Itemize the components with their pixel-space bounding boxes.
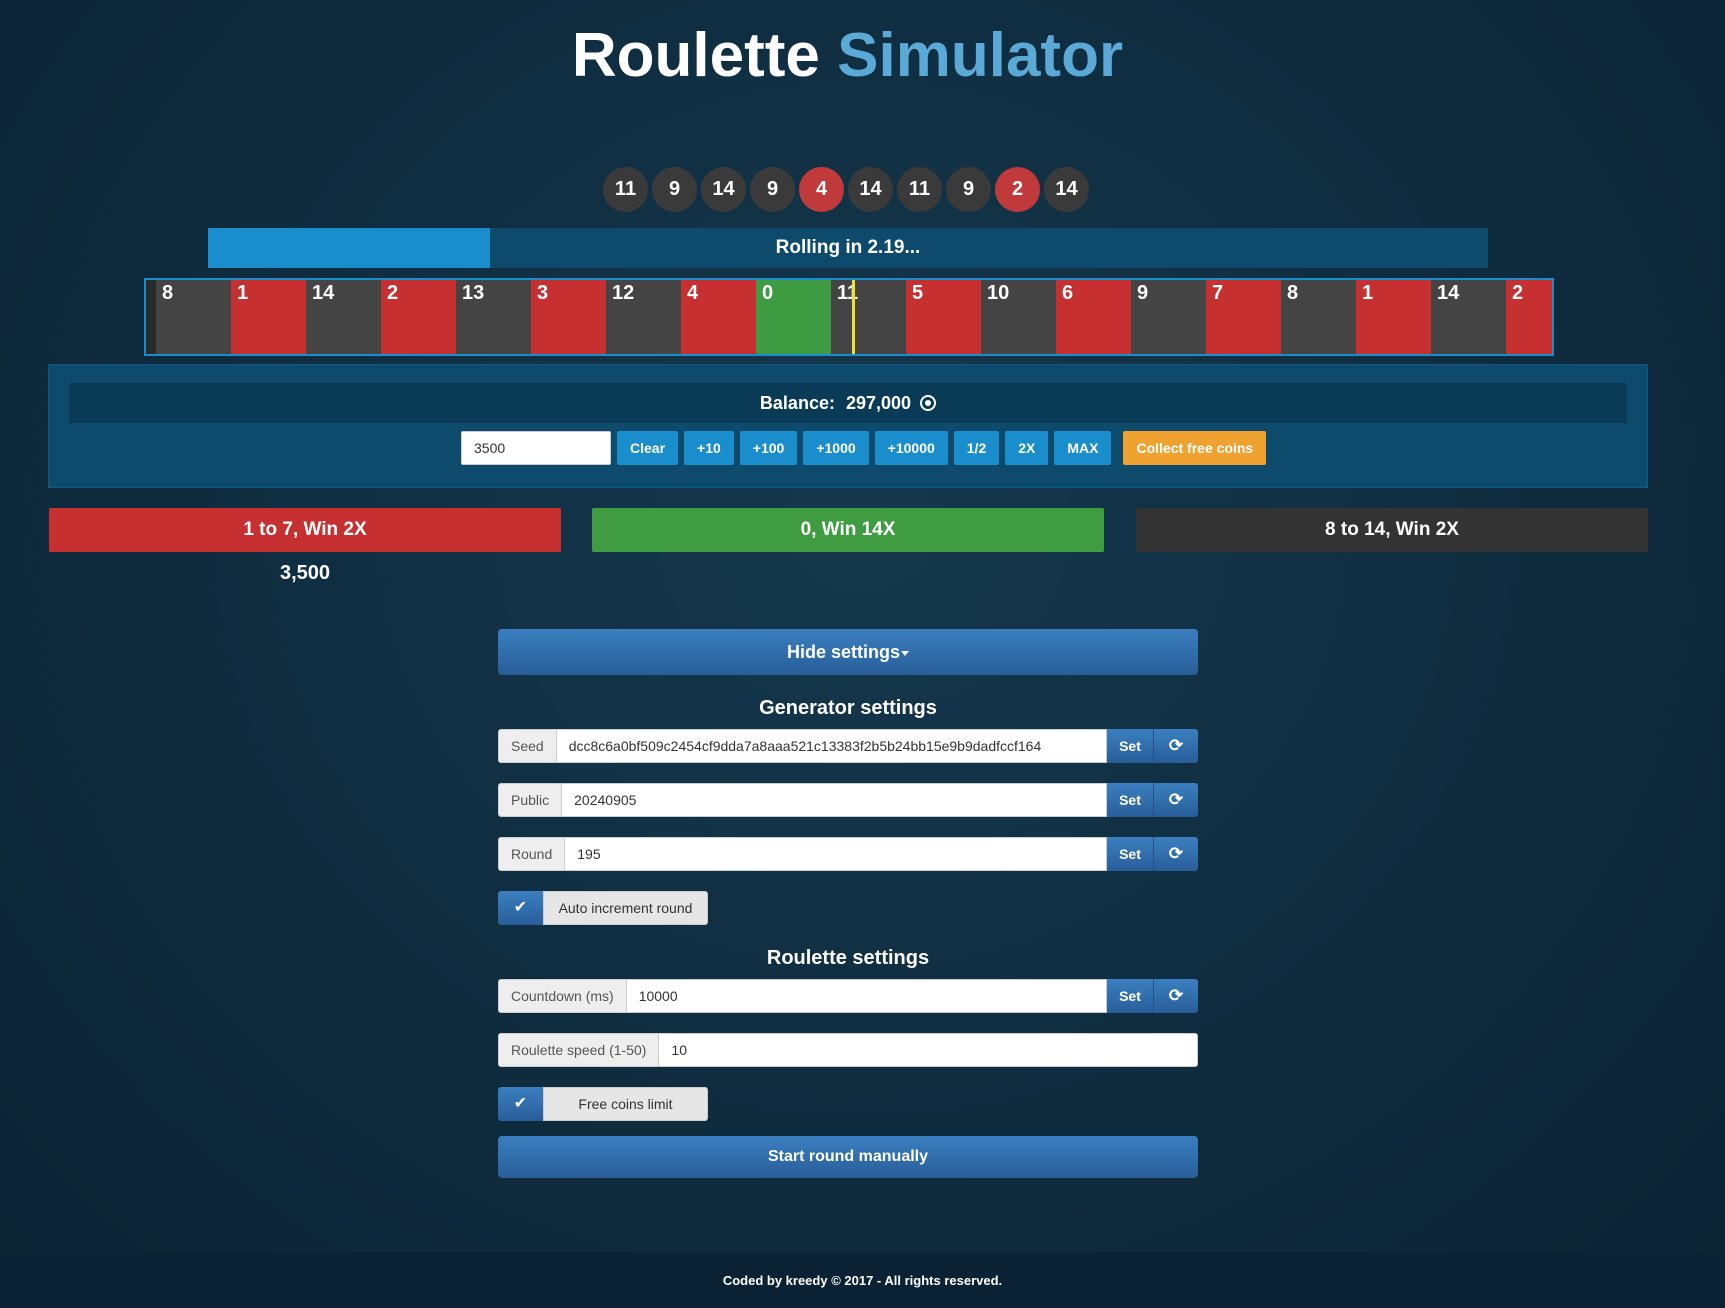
- roulette-cell: 1: [1356, 280, 1431, 354]
- balance-label: Balance:: [759, 393, 835, 413]
- public-label: Public: [498, 783, 563, 817]
- bet-modifier-button[interactable]: +100: [739, 431, 798, 465]
- bet-green-button[interactable]: 0, Win 14X: [592, 508, 1104, 552]
- bet-modifier-button[interactable]: MAX: [1054, 431, 1112, 465]
- speed-input-group: Roulette speed (1-50) 10: [498, 1033, 1198, 1067]
- bet-modifier-button[interactable]: Clear: [617, 431, 679, 465]
- seed-input[interactable]: dcc8c6a0bf509c2454cf9dda7a8aaa521c13383f…: [556, 729, 1107, 763]
- history-ball: 2: [995, 167, 1040, 212]
- history-ball: 4: [799, 167, 844, 212]
- countdown-label: Countdown (ms): [498, 979, 627, 1013]
- history-ball: 14: [1044, 167, 1089, 212]
- page-title: Roulette Simulator: [0, 20, 1695, 91]
- countdown-set-button[interactable]: Set: [1107, 979, 1154, 1013]
- bet-modifier-buttons: Clear +10 +100 +1000 +10000 1/2 2X MAX: [617, 431, 1112, 465]
- public-set-button[interactable]: Set: [1107, 783, 1154, 817]
- roulette-cell: 3: [531, 280, 606, 354]
- history-ball: 9: [946, 167, 991, 212]
- roulette-cell: 4: [681, 280, 756, 354]
- public-input-group: Public 20240905 Set ⟳: [498, 783, 1198, 817]
- roulette-cell: 14: [1431, 280, 1506, 354]
- roll-history: 11 9 14 9 4 14 11 9 2 14: [603, 167, 1089, 212]
- seed-refresh-icon[interactable]: ⟳: [1154, 729, 1198, 763]
- auto-increment-label[interactable]: Auto increment round: [543, 891, 708, 925]
- roulette-cell: 8: [1281, 280, 1356, 354]
- balance-value: 297,000: [845, 393, 912, 413]
- roulette-cell: 10: [981, 280, 1056, 354]
- check-icon[interactable]: ✔: [498, 1087, 543, 1121]
- bet-modifier-button[interactable]: +10: [684, 431, 734, 465]
- seed-label: Seed: [498, 729, 557, 763]
- roulette-cell: 6: [1056, 280, 1131, 354]
- history-ball: 9: [652, 167, 697, 212]
- roulette-cell: 5: [906, 280, 981, 354]
- bet-modifier-button[interactable]: 1/2: [953, 431, 1000, 465]
- betting-panel: Balance: 297,000 Clear+10+100+1000+10000…: [48, 364, 1648, 488]
- countdown-input[interactable]: 10000: [626, 979, 1107, 1013]
- footer: Coded by kreedy © 2017 - All rights rese…: [0, 1253, 1725, 1308]
- hide-settings-button[interactable]: Hide settings: [498, 629, 1198, 675]
- roulette-cell: 2: [381, 280, 456, 354]
- round-refresh-icon[interactable]: ⟳: [1154, 837, 1198, 871]
- round-set-button[interactable]: Set: [1107, 837, 1154, 871]
- roulette-track: 8 1 14 2 13 3 12 4 0 11 5 10 6 9 7 8 1 14 2: [156, 280, 1552, 354]
- history-ball: 9: [750, 167, 795, 212]
- history-ball: 11: [897, 167, 942, 212]
- generator-settings-title: Generator settings: [759, 697, 937, 719]
- bet-red-button[interactable]: 1 to 7, Win 2X: [49, 508, 561, 552]
- seed-set-button[interactable]: Set: [1107, 729, 1154, 763]
- free-coins-limit-label[interactable]: Free coins limit: [543, 1087, 708, 1121]
- roulette-cell: 14: [306, 280, 381, 354]
- bet-controls: Clear+10+100+1000+100001/22XMAX Collect …: [461, 431, 1267, 465]
- bet-modifier-button[interactable]: 2X: [1005, 431, 1049, 465]
- history-ball: 14: [701, 167, 746, 212]
- balance-bar: Balance: 297,000: [69, 383, 1627, 423]
- bet-black-button[interactable]: 8 to 14, Win 2X: [1136, 508, 1648, 552]
- countdown-input-group: Countdown (ms) 10000 Set ⟳: [498, 979, 1198, 1013]
- speed-label: Roulette speed (1-50): [498, 1033, 660, 1067]
- roulette-cell: 11: [831, 280, 906, 354]
- round-label: Round: [498, 837, 566, 871]
- red-bet-amount: 3,500: [279, 562, 331, 584]
- hide-settings-label: Hide settings: [786, 642, 901, 662]
- countdown-refresh-icon[interactable]: ⟳: [1154, 979, 1198, 1013]
- free-coins-limit-checkbox[interactable]: ✔ Free coins limit: [498, 1087, 708, 1121]
- roulette-cell: 7: [1206, 280, 1281, 354]
- roulette-strip: 8 1 14 2 13 3 12 4 0 11 5 10 6 9 7 8 1 14 2: [144, 278, 1554, 356]
- check-icon[interactable]: ✔: [498, 891, 543, 925]
- round-input-group: Round 195 Set ⟳: [498, 837, 1198, 871]
- public-input[interactable]: 20240905: [562, 783, 1107, 817]
- roulette-cell: 9: [1131, 280, 1206, 354]
- history-ball: 14: [848, 167, 893, 212]
- history-ball: 11: [603, 167, 648, 212]
- public-refresh-icon[interactable]: ⟳: [1154, 783, 1198, 817]
- round-input[interactable]: 195: [565, 837, 1107, 871]
- title-word-roulette: Roulette: [571, 21, 820, 90]
- speed-input[interactable]: 10: [659, 1033, 1198, 1067]
- countdown-progress-bar: Rolling in 2.19...: [208, 228, 1488, 268]
- start-round-button[interactable]: Start round manually: [498, 1136, 1198, 1178]
- auto-increment-checkbox[interactable]: ✔ Auto increment round: [498, 891, 708, 925]
- roulette-cell: 0: [756, 280, 831, 354]
- roulette-cell: 2: [1506, 280, 1552, 354]
- roulette-cell: 8: [156, 280, 231, 354]
- bet-modifier-button[interactable]: +1000: [803, 431, 869, 465]
- title-word-simulator: Simulator: [837, 21, 1124, 90]
- bet-modifier-button[interactable]: +10000: [874, 431, 948, 465]
- roulette-cell: 12: [606, 280, 681, 354]
- bet-amount-input[interactable]: [461, 431, 611, 465]
- collect-free-coins-button[interactable]: Collect free coins: [1123, 431, 1267, 465]
- roulette-pointer: [852, 280, 855, 354]
- roulette-cell: 13: [456, 280, 531, 354]
- countdown-label: Rolling in 2.19...: [775, 237, 921, 258]
- seed-input-group: Seed dcc8c6a0bf509c2454cf9dda7a8aaa521c1…: [498, 729, 1198, 763]
- coin-icon: [920, 395, 937, 411]
- roulette-settings-title: Roulette settings: [766, 947, 930, 969]
- roulette-cell: 1: [231, 280, 306, 354]
- caret-down-icon: [901, 650, 910, 656]
